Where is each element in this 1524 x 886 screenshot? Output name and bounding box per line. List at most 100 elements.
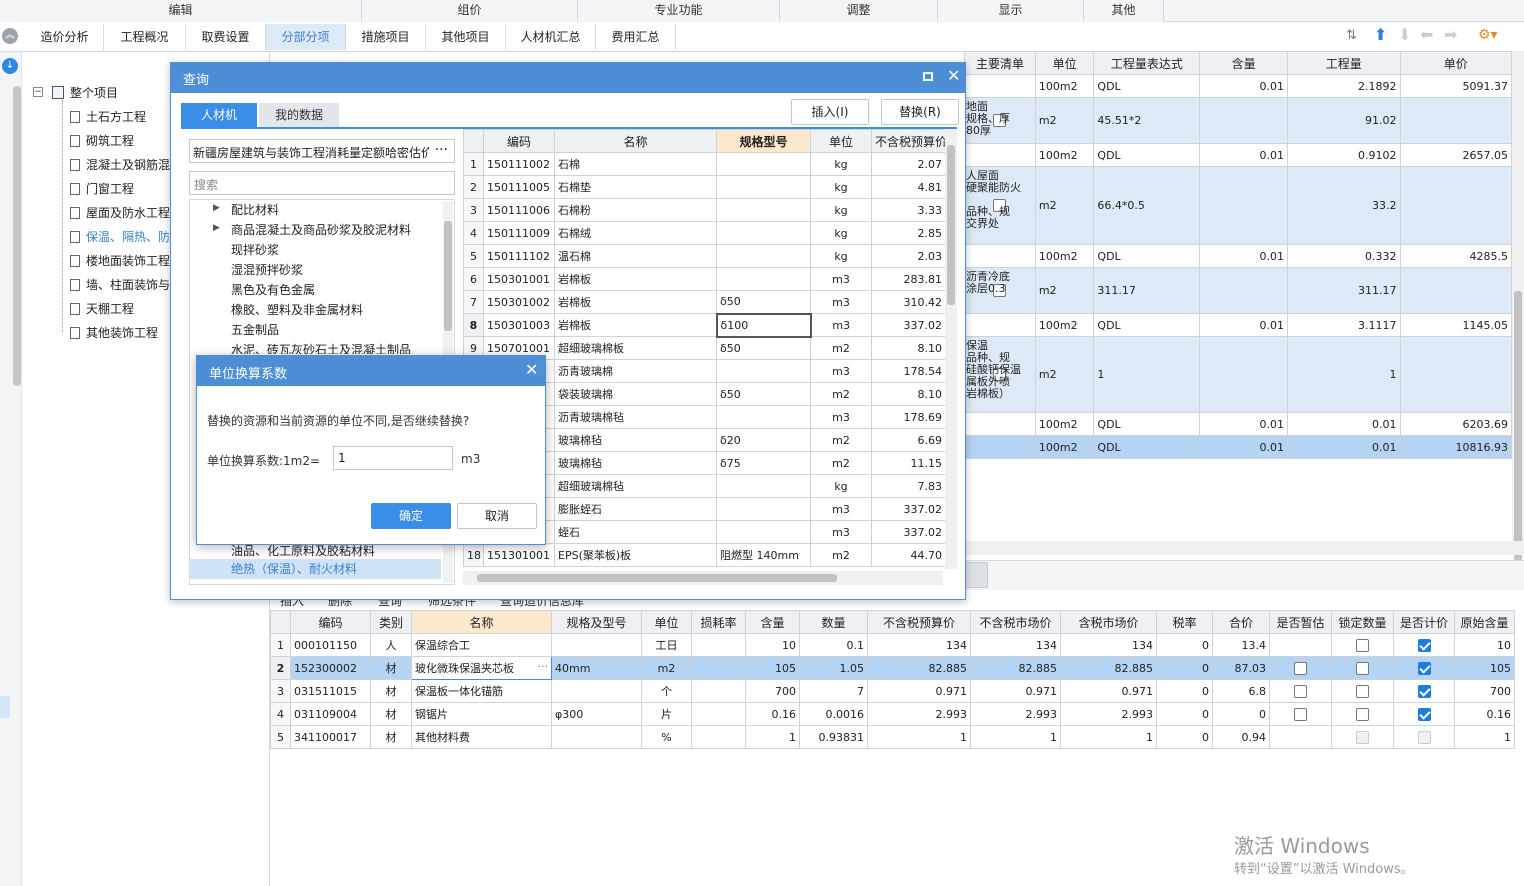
resource-row[interactable]: 5 341100017 材其他材料费% 1 0.93831 1 1 1 0 0.94 1 [270, 725, 1515, 749]
query-row[interactable]: 8 150301003 岩棉板 δ100 m3 337.02 [463, 312, 946, 338]
tree-item-other-decor[interactable]: 其他装饰工程 [70, 322, 158, 344]
query-cell-spec[interactable] [716, 405, 811, 429]
query-cell-unit[interactable]: m2 [810, 543, 872, 567]
query-cell-spec[interactable]: δ75 [716, 451, 811, 475]
tab-fee-settings[interactable]: 取费设置 [186, 24, 266, 50]
main-cell-expr[interactable]: QDL [1093, 74, 1201, 98]
query-header-name[interactable]: 名称 [554, 129, 717, 153]
res-cell-total[interactable]: 87.03 [1212, 656, 1270, 680]
query-cell-name[interactable]: 沥青玻璃棉 [554, 359, 717, 383]
main-header-unit[interactable]: 单位 [1034, 51, 1095, 75]
res-cell-taxed-price[interactable]: 1 [1060, 725, 1157, 749]
ribbon-group-other[interactable]: 其他 [1084, 0, 1164, 22]
query-cell-unit[interactable]: m3 [810, 267, 872, 291]
close-icon[interactable]: ✕ [525, 360, 538, 379]
main-cell-unit[interactable]: 100m2 [1034, 74, 1095, 98]
tree-item-floor[interactable]: 楼地面装饰工程 [70, 250, 170, 272]
query-cell-spec[interactable] [716, 520, 811, 544]
main-table-row[interactable]: 100m2 QDL 0.01 3.1117 1145.05 [964, 313, 1513, 337]
query-header-price[interactable]: 不含税预算价 [871, 129, 946, 153]
res-cell-tax-rate[interactable]: 0 [1156, 702, 1213, 726]
main-cell-unit[interactable]: 100m2 [1034, 313, 1095, 337]
main-cell-content[interactable]: 0.01 [1199, 313, 1288, 337]
query-cell-unit[interactable]: kg [810, 198, 872, 222]
res-header-content[interactable]: 含量 [745, 610, 800, 634]
estimate-checkbox[interactable] [1294, 707, 1307, 721]
main-cell-expr[interactable]: 66.4*0.5 [1093, 166, 1201, 245]
main-cell-expr[interactable]: QDL [1093, 435, 1201, 459]
confirm-button[interactable]: 确定 [371, 503, 451, 529]
tree-item-ceiling[interactable]: 天棚工程 [70, 298, 134, 320]
res-cell-content[interactable]: 1 [745, 725, 800, 749]
query-row[interactable]: 3 150111006 石棉粉 kg 3.33 [463, 198, 946, 222]
res-header-budget-price[interactable]: 不含税预算价 [867, 610, 971, 634]
res-cell-estimate[interactable] [1269, 633, 1332, 657]
main-cell-qty[interactable]: 1 [1287, 336, 1401, 413]
res-cell-market-price[interactable]: 1 [970, 725, 1061, 749]
res-cell-budget-price[interactable]: 1 [867, 725, 971, 749]
res-cell-original[interactable]: 0.16 [1454, 702, 1515, 726]
res-cell-spec[interactable] [551, 725, 642, 749]
res-cell-estimate[interactable] [1269, 656, 1332, 680]
conversion-factor-input[interactable]: 1 [333, 446, 453, 470]
query-cell-index[interactable]: 8 [463, 313, 484, 337]
tab-cost-analysis[interactable]: 造价分析 [26, 24, 104, 50]
tree-root-label[interactable]: 整个项目 [70, 82, 118, 104]
query-cell-code[interactable]: 151301001 [483, 543, 555, 567]
query-cell-spec[interactable] [716, 198, 811, 222]
res-cell-content[interactable]: 700 [745, 679, 800, 703]
category-item[interactable]: 黑色及有色金属 [231, 280, 315, 300]
res-cell-loss[interactable] [691, 633, 746, 657]
main-cell-qty[interactable]: 33.2 [1287, 166, 1401, 245]
res-cell-quantity[interactable]: 0.1 [799, 633, 868, 657]
res-cell-taxed-price[interactable]: 0.971 [1060, 679, 1157, 703]
main-cell-unit[interactable]: 100m2 [1034, 143, 1095, 167]
res-header-spec[interactable]: 规格及型号 [551, 610, 642, 634]
query-horizontal-scrollbar[interactable] [463, 571, 943, 585]
res-cell-market-price[interactable]: 82.885 [970, 656, 1061, 680]
res-header-lock[interactable]: 锁定数量 [1331, 610, 1394, 634]
maximize-icon[interactable] [923, 72, 933, 81]
query-cell-index[interactable]: 4 [463, 221, 484, 245]
res-cell-original[interactable]: 1 [1454, 725, 1515, 749]
main-table-row[interactable]: 100m2 QDL 0.01 0.01 6203.69 [964, 412, 1513, 436]
download-icon[interactable]: ↓ [2, 58, 18, 74]
query-cell-spec[interactable]: δ20 [716, 428, 811, 452]
main-cell-price[interactable]: 4285.5 [1399, 244, 1513, 268]
res-cell-calc[interactable] [1393, 702, 1455, 726]
query-cell-price[interactable]: 44.70 [871, 543, 946, 567]
main-cell-expr[interactable]: 45.51*2 [1093, 97, 1201, 144]
category-item-insulation[interactable]: 绝热（保温）、耐火材料 [231, 559, 357, 579]
query-cell-name[interactable]: 超细玻璃棉毡 [554, 474, 717, 498]
res-header-loss[interactable]: 损耗率 [691, 610, 746, 634]
query-cell-name[interactable]: 石棉垫 [554, 175, 717, 199]
ribbon-group-pricing[interactable]: 组价 [362, 0, 578, 22]
res-cell-original[interactable]: 10 [1454, 633, 1515, 657]
res-cell-taxed-price[interactable]: 82.885 [1060, 656, 1157, 680]
resource-row[interactable]: 1 000101150 人保温综合工 工日 10 0.1 134 134 134 0 13.4 10 [270, 633, 1515, 657]
query-cell-unit[interactable]: kg [810, 474, 872, 498]
main-cell-content[interactable] [1199, 267, 1288, 314]
res-cell-lock[interactable] [1331, 725, 1394, 749]
res-cell-index[interactable]: 4 [270, 702, 291, 726]
main-cell-price[interactable] [1399, 166, 1513, 245]
query-cell-index[interactable]: 1 [463, 152, 484, 176]
main-cell-price[interactable] [1399, 336, 1513, 413]
calc-checkbox[interactable] [1417, 707, 1431, 721]
res-cell-estimate[interactable] [1269, 702, 1332, 726]
res-cell-spec[interactable]: φ300 [551, 702, 642, 726]
query-cell-code[interactable]: 150301001 [483, 267, 555, 291]
query-cell-unit[interactable]: m2 [810, 451, 872, 475]
res-cell-category[interactable]: 人 [370, 633, 412, 657]
query-cell-code[interactable]: 150111006 [483, 198, 555, 222]
ribbon-group-display[interactable]: 显示 [938, 0, 1084, 22]
tree-item-concrete[interactable]: 混凝土及钢筋混 [70, 154, 170, 176]
main-cell-expr[interactable]: QDL [1093, 244, 1201, 268]
tab-measures[interactable]: 措施项目 [346, 24, 426, 50]
query-row[interactable]: 6 150301001 岩棉板 m3 283.81 [463, 267, 946, 291]
query-cell-unit[interactable]: m3 [810, 290, 872, 314]
tree-root-toggle[interactable]: − [33, 87, 43, 97]
query-row[interactable]: 5 150111102 温石棉 kg 2.03 [463, 244, 946, 268]
res-cell-original[interactable]: 700 [1454, 679, 1515, 703]
query-cell-code[interactable]: 150111002 [483, 152, 555, 176]
